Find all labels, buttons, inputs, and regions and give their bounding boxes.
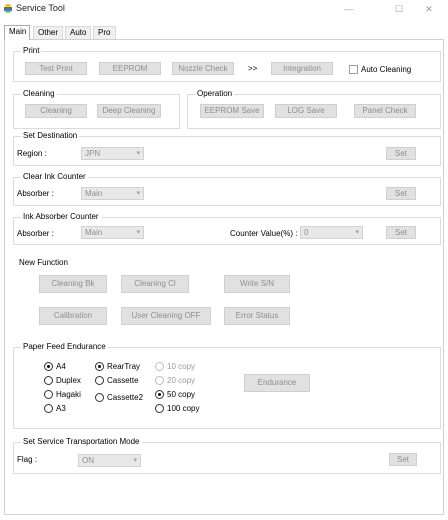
write-sn-button[interactable]: Write S/N: [224, 275, 290, 293]
chevron-down-icon: ▾: [136, 229, 140, 236]
radio-cassette-label: Cassette: [107, 376, 139, 385]
chevron-down-icon: ▾: [136, 150, 140, 157]
cleaning-button[interactable]: Cleaning: [25, 104, 87, 118]
radio-a4-label: A4: [56, 362, 66, 371]
region-select[interactable]: JPN ▾: [81, 147, 144, 160]
counter-value-select[interactable]: 0 ▾: [300, 226, 363, 239]
transport-mode-set-button[interactable]: Set: [389, 453, 417, 466]
error-status-button[interactable]: Error Status: [224, 307, 290, 325]
chevron-down-icon: ▾: [136, 190, 140, 197]
integration-button[interactable]: Integration: [271, 62, 333, 75]
ink-absorber-set-button[interactable]: Set: [386, 226, 416, 239]
paper-feed-endurance-group: Paper Feed Endurance A4 Duplex Hagaki A3…: [13, 342, 441, 429]
flag-select[interactable]: ON ▾: [78, 454, 141, 467]
nozzle-check-button[interactable]: Nozzle Check: [172, 62, 234, 75]
tab-pro[interactable]: Pro: [93, 26, 116, 39]
log-save-button[interactable]: LOG Save: [275, 104, 337, 118]
radio-50-copy[interactable]: [155, 390, 164, 399]
set-destination-title: Set Destination: [21, 131, 80, 140]
test-print-button[interactable]: Test Print: [25, 62, 87, 75]
region-label: Region :: [17, 149, 47, 158]
radio-duplex[interactable]: [44, 376, 53, 385]
eeprom-button[interactable]: EEPROM: [99, 62, 161, 75]
ink-absorber-counter-group: Ink Absorber Counter Absorber : Main ▾ C…: [13, 212, 441, 245]
arrow-indicator: >>: [248, 64, 258, 73]
radio-100-copy-label: 100 copy: [167, 404, 200, 413]
tab-auto[interactable]: Auto: [65, 26, 91, 39]
radio-duplex-label: Duplex: [56, 376, 81, 385]
close-button[interactable]: ✕: [414, 1, 444, 17]
clear-absorber-label: Absorber :: [17, 189, 54, 198]
chevron-down-icon: ▾: [355, 229, 359, 236]
radio-a3[interactable]: [44, 404, 53, 413]
clear-absorber-select[interactable]: Main ▾: [81, 187, 144, 200]
calibration-button[interactable]: Calibration: [39, 307, 107, 325]
radio-100-copy[interactable]: [155, 404, 164, 413]
clear-ink-set-button[interactable]: Set: [386, 187, 416, 200]
transport-mode-title: Set Service Transportation Mode: [21, 437, 142, 446]
flag-label: Flag :: [17, 455, 38, 464]
radio-cassette2[interactable]: [95, 393, 104, 402]
radio-cassette[interactable]: [95, 376, 104, 385]
operation-title: Operation: [195, 89, 235, 98]
radio-reartray[interactable]: [95, 362, 104, 371]
absorber-select[interactable]: Main ▾: [81, 226, 144, 239]
radio-reartray-label: RearTray: [107, 362, 141, 371]
radio-a3-label: A3: [56, 404, 66, 413]
tab-main[interactable]: Main: [4, 25, 30, 40]
radio-cassette2-label: Cassette2: [107, 393, 144, 402]
main-panel: Print Test Print EEPROM Nozzle Check >> …: [4, 39, 444, 515]
clear-ink-counter-title: Clear Ink Counter: [21, 172, 88, 181]
auto-cleaning-checkbox[interactable]: [349, 65, 358, 74]
set-destination-button[interactable]: Set: [386, 147, 416, 160]
radio-50-copy-label: 50 copy: [167, 390, 196, 399]
user-cleaning-off-button[interactable]: User Cleaning OFF: [121, 307, 211, 325]
auto-cleaning-label: Auto Cleaning: [361, 65, 412, 74]
radio-10-copy-label: 10 copy: [167, 362, 196, 371]
radio-20-copy-label: 20 copy: [167, 376, 196, 385]
maximize-button[interactable]: ☐: [384, 1, 414, 17]
clear-ink-counter-group: Clear Ink Counter Absorber : Main ▾ Set: [13, 172, 441, 206]
chevron-down-icon: ▾: [133, 457, 137, 464]
radio-hagaki[interactable]: [44, 390, 53, 399]
title-bar: Service Tool — ☐ ✕: [0, 0, 448, 18]
deep-cleaning-button[interactable]: Deep Cleaning: [97, 104, 161, 118]
new-function-title: New Function: [19, 258, 68, 267]
print-title: Print: [21, 46, 42, 55]
tab-other[interactable]: Other: [33, 26, 63, 39]
counter-value-label: Counter Value(%) :: [230, 229, 298, 238]
cleaning-bk-button[interactable]: Cleaning Bk: [39, 275, 107, 293]
radio-hagaki-label: Hagaki: [56, 390, 81, 399]
ink-absorber-counter-title: Ink Absorber Counter: [21, 212, 101, 221]
cleaning-group: Cleaning Cleaning Deep Cleaning: [13, 89, 180, 129]
printer-icon: [4, 4, 12, 13]
cleaning-title: Cleaning: [21, 89, 57, 98]
absorber-label: Absorber :: [17, 229, 54, 238]
operation-group: Operation EEPROM Save LOG Save Panel Che…: [187, 89, 441, 129]
endurance-button[interactable]: Endurance: [244, 374, 310, 392]
transport-mode-group: Set Service Transportation Mode Flag : O…: [13, 437, 441, 474]
eeprom-save-button[interactable]: EEPROM Save: [200, 104, 264, 118]
paper-feed-endurance-title: Paper Feed Endurance: [21, 342, 108, 351]
panel-check-button[interactable]: Panel Check: [354, 104, 416, 118]
radio-10-copy[interactable]: [155, 362, 164, 371]
radio-a4[interactable]: [44, 362, 53, 371]
set-destination-group: Set Destination Region : JPN ▾ Set: [13, 131, 441, 166]
cleaning-cl-button[interactable]: Cleaning Cl: [121, 275, 189, 293]
window-title: Service Tool: [16, 3, 65, 13]
print-group: Print Test Print EEPROM Nozzle Check >> …: [13, 46, 441, 82]
radio-20-copy[interactable]: [155, 376, 164, 385]
minimize-button[interactable]: —: [334, 1, 364, 17]
